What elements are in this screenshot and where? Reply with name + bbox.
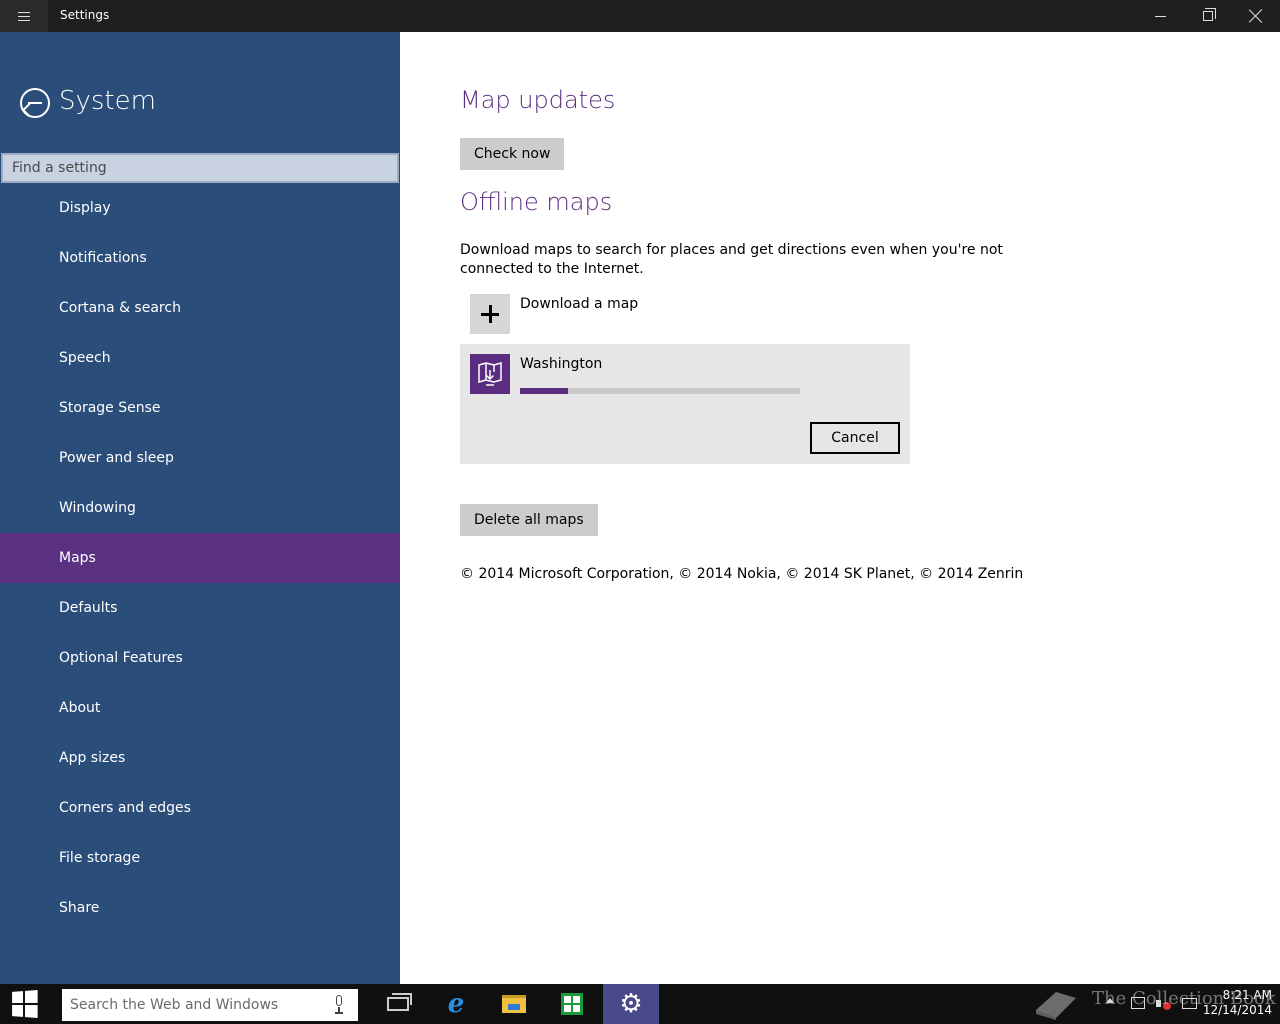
show-hidden-icons-icon[interactable] xyxy=(1106,998,1114,1003)
download-map-label[interactable]: Download a map xyxy=(520,296,638,312)
file-explorer-icon xyxy=(502,995,526,1013)
sidebar-item-file-storage[interactable]: File storage xyxy=(0,833,400,883)
title-bar: Settings xyxy=(0,0,1280,32)
file-explorer-button[interactable] xyxy=(486,984,542,1024)
volume-muted-icon[interactable] xyxy=(1156,997,1171,1011)
sidebar-item-display[interactable]: Display xyxy=(0,183,400,233)
sidebar-item-power-sleep[interactable]: Power and sleep xyxy=(0,433,400,483)
map-download-name: Washington xyxy=(520,356,603,372)
close-icon xyxy=(1249,9,1263,23)
clock-date: 12/14/2014 xyxy=(1202,1003,1272,1017)
map-download-icon xyxy=(470,354,510,394)
sidebar-item-defaults[interactable]: Defaults xyxy=(0,583,400,633)
download-progress-bar xyxy=(520,388,800,394)
delete-all-maps-button[interactable]: Delete all maps xyxy=(460,504,598,536)
taskbar-clock[interactable]: 8:21 AM 12/14/2014 xyxy=(1200,988,1272,1018)
network-icon[interactable] xyxy=(1131,997,1145,1009)
minimize-icon xyxy=(1154,15,1166,17)
sidebar-item-corners-edges[interactable]: Corners and edges xyxy=(0,783,400,833)
download-progress-fill xyxy=(520,388,568,394)
microphone-icon[interactable] xyxy=(334,995,344,1015)
offline-maps-description: Download maps to search for places and g… xyxy=(460,242,1003,277)
sidebar-item-app-sizes[interactable]: App sizes xyxy=(0,733,400,783)
section-title: System xyxy=(59,86,156,116)
map-updates-heading: Map updates xyxy=(460,86,616,114)
internet-explorer-icon: e xyxy=(447,989,465,1019)
window-title: Settings xyxy=(60,8,110,22)
sidebar-item-maps[interactable]: Maps xyxy=(0,533,400,583)
map-download-item: Washington Cancel xyxy=(460,344,910,464)
windows-logo-icon xyxy=(12,990,38,1018)
sidebar-item-about[interactable]: About xyxy=(0,683,400,733)
back-arrow-icon xyxy=(28,102,42,104)
sidebar-item-optional-features[interactable]: Optional Features xyxy=(0,633,400,683)
restore-button[interactable] xyxy=(1184,0,1232,32)
settings-nav: Display Notifications Cortana & search S… xyxy=(0,183,400,933)
minimize-button[interactable] xyxy=(1136,0,1184,32)
cancel-download-button[interactable]: Cancel xyxy=(810,422,900,454)
start-button[interactable] xyxy=(0,984,48,1024)
sidebar-item-windowing[interactable]: Windowing xyxy=(0,483,400,533)
settings-taskbar-button[interactable]: ⚙ xyxy=(603,984,659,1024)
hamburger-icon xyxy=(18,11,30,21)
taskbar: e ⚙ 8:21 AM 12/14/2014 xyxy=(0,984,1280,1024)
sidebar-item-cortana-search[interactable]: Cortana & search xyxy=(0,283,400,333)
hamburger-menu-button[interactable] xyxy=(0,0,48,32)
offline-maps-heading: Offline maps xyxy=(460,188,613,216)
store-icon xyxy=(561,993,583,1015)
back-button[interactable] xyxy=(20,88,50,118)
sidebar-item-notifications[interactable]: Notifications xyxy=(0,233,400,283)
sidebar: System Display Notifications Cortana & s… xyxy=(0,32,400,984)
check-now-button[interactable]: Check now xyxy=(460,138,565,170)
task-view-icon xyxy=(387,993,412,1011)
task-view-button[interactable] xyxy=(370,984,426,1024)
plus-icon xyxy=(481,305,499,323)
internet-explorer-button[interactable]: e xyxy=(428,984,484,1024)
store-button[interactable] xyxy=(544,984,600,1024)
clock-time: 8:21 AM xyxy=(1222,988,1272,1002)
copyright-text: © 2014 Microsoft Corporation, © 2014 Nok… xyxy=(460,566,1024,582)
watermark-book-icon xyxy=(1036,992,1076,1020)
download-map-button[interactable] xyxy=(470,294,510,334)
restore-icon xyxy=(1203,8,1216,21)
action-center-icon[interactable] xyxy=(1182,998,1197,1009)
sidebar-item-storage-sense[interactable]: Storage Sense xyxy=(0,383,400,433)
main-content: Map updates Check now Offline maps Downl… xyxy=(400,32,1280,984)
find-setting-input[interactable] xyxy=(1,153,399,183)
sidebar-item-speech[interactable]: Speech xyxy=(0,333,400,383)
sidebar-item-share[interactable]: Share xyxy=(0,883,400,933)
taskbar-search-input[interactable] xyxy=(62,989,358,1021)
gear-icon: ⚙ xyxy=(619,989,643,1019)
close-button[interactable] xyxy=(1232,0,1280,32)
